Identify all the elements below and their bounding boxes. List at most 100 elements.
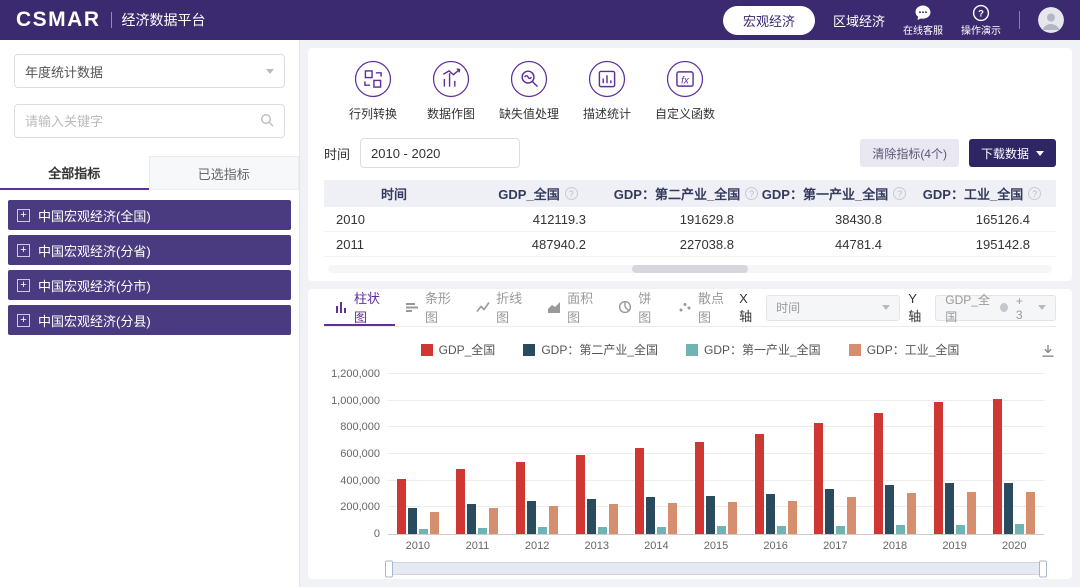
tree-item[interactable]: +中国宏观经济(全国)	[8, 200, 291, 230]
tree-item[interactable]: +中国宏观经济(分省)	[8, 235, 291, 265]
bar	[956, 525, 965, 534]
axis-controls: X轴 时间 Y轴 GDP_全国 + 3	[739, 291, 1056, 325]
tool-transpose[interactable]: 行列转换	[334, 60, 412, 122]
chart-tab-area[interactable]: 面积图	[537, 289, 608, 326]
bar	[587, 499, 596, 534]
time-range-input[interactable]	[360, 138, 520, 168]
expand-plus-icon[interactable]: +	[17, 279, 30, 292]
expand-plus-icon[interactable]: +	[17, 314, 30, 327]
chart-tab-label: 面积图	[567, 288, 598, 326]
nav-macro-economy[interactable]: 宏观经济	[723, 6, 815, 35]
column-header: GDP：工业_全国?	[908, 180, 1056, 207]
bar-groups	[388, 374, 1044, 534]
bar	[695, 442, 704, 534]
tree-item[interactable]: +中国宏观经济(分市)	[8, 270, 291, 300]
x-axis-value: 时间	[776, 299, 800, 316]
bar	[825, 489, 834, 534]
scrollbar-thumb[interactable]	[632, 265, 748, 273]
tool-describe[interactable]: 描述统计	[568, 60, 646, 122]
x-tick-label: 2013	[567, 540, 627, 552]
toolbar: 行列转换数据作图缺失值处理描述统计 fx自定义函数	[324, 60, 1056, 122]
online-support-button[interactable]: 在线客服	[903, 4, 943, 37]
tool-function[interactable]: fx自定义函数	[646, 60, 724, 122]
cell-value: 195142.8	[908, 237, 1056, 252]
legend-item[interactable]: GDP_全国	[421, 341, 496, 358]
nav-regional-economy[interactable]: 区域经济	[833, 11, 885, 30]
tag-remove-icon[interactable]	[1000, 303, 1007, 312]
expand-plus-icon[interactable]: +	[17, 244, 30, 257]
legend-item[interactable]: GDP：第一产业_全国	[686, 341, 821, 358]
download-data-button[interactable]: 下载数据	[969, 139, 1056, 167]
chart-tab-line[interactable]: 折线图	[466, 289, 537, 326]
tab-all-indicators[interactable]: 全部指标	[0, 156, 149, 190]
tree-item-label: 中国宏观经济(分县)	[38, 311, 151, 330]
chart-tab-pie[interactable]: 饼图	[608, 289, 668, 326]
slider-handle-right[interactable]	[1039, 560, 1047, 577]
y-axis-select[interactable]: GDP_全国 + 3	[935, 295, 1056, 321]
y-axis-label: Y轴	[908, 291, 927, 325]
demo-label: 操作演示	[961, 27, 1001, 37]
bar	[706, 496, 715, 534]
bar	[728, 502, 737, 534]
demo-button[interactable]: ? 操作演示	[961, 4, 1001, 37]
chart-tab-label: 折线图	[496, 288, 527, 326]
x-tick-label: 2019	[925, 540, 985, 552]
data-zoom-slider[interactable]	[388, 562, 1044, 575]
chevron-down-icon	[1038, 305, 1046, 310]
help-icon[interactable]: ?	[1028, 187, 1041, 200]
bar-group	[567, 374, 627, 534]
plot-icon	[432, 60, 470, 98]
tool-label: 描述统计	[583, 105, 631, 122]
bar	[609, 504, 618, 534]
legend-item[interactable]: GDP：第二产业_全国	[523, 341, 658, 358]
bar-group	[388, 374, 448, 534]
y-tick-label: 1,000,000	[331, 395, 380, 407]
chart-panel: 柱状图条形图折线图 面积图饼图散点图 X轴 时间 Y轴 GDP_全国 + 3	[308, 289, 1072, 579]
tab-selected-indicators[interactable]: 已选指标	[149, 156, 300, 190]
cell-time: 2011	[324, 237, 464, 252]
slider-handle-left[interactable]	[385, 560, 393, 577]
bar-group	[925, 374, 985, 534]
expand-plus-icon[interactable]: +	[17, 209, 30, 222]
data-table: 时间GDP_全国?GDP：第二产业_全国?GDP：第一产业_全国?GDP：工业_…	[324, 180, 1056, 257]
bar-group	[805, 374, 865, 534]
x-tick-label: 2014	[627, 540, 687, 552]
chart-tab-label: 散点图	[698, 288, 729, 326]
chart-tab-hbar[interactable]: 条形图	[395, 289, 466, 326]
chart-type-tabs: 柱状图条形图折线图 面积图饼图散点图 X轴 时间 Y轴 GDP_全国 + 3	[324, 289, 1056, 327]
x-tick-label: 2017	[805, 540, 865, 552]
cell-time: 2010	[324, 212, 464, 227]
bar-group	[627, 374, 687, 534]
chart-tab-bar[interactable]: 柱状图	[324, 289, 395, 326]
help-icon[interactable]: ?	[745, 187, 758, 200]
bar	[646, 497, 655, 534]
x-axis-select[interactable]: 时间	[766, 295, 900, 321]
filter-row: 时间 清除指标(4个) 下载数据	[324, 138, 1056, 168]
bar-group	[865, 374, 925, 534]
tool-missing-value[interactable]: 缺失值处理	[490, 60, 568, 122]
tree-item[interactable]: + 中国宏观经济(分县)	[8, 305, 291, 335]
y-tick-label: 0	[374, 528, 380, 540]
x-tick-label: 2018	[865, 540, 925, 552]
plot-area: 0200,000400,000600,000800,0001,000,0001,…	[388, 374, 1044, 535]
avatar[interactable]	[1038, 7, 1064, 33]
bar	[430, 512, 439, 534]
bar	[635, 448, 644, 534]
clear-indicators-button[interactable]: 清除指标(4个)	[860, 139, 959, 167]
chart-tab-scatter[interactable]: 散点图	[668, 289, 739, 326]
x-tick-label: 2020	[984, 540, 1044, 552]
area-chart-icon	[547, 300, 561, 314]
help-icon[interactable]: ?	[565, 187, 578, 200]
bar	[755, 434, 764, 534]
dataset-select[interactable]: 年度统计数据	[14, 54, 285, 88]
help-icon[interactable]: ?	[893, 187, 906, 200]
cell-value: 412119.3	[464, 212, 612, 227]
chart-download-icon[interactable]	[1040, 343, 1056, 364]
tool-plot[interactable]: 数据作图	[412, 60, 490, 122]
chevron-down-icon	[1036, 151, 1044, 156]
top-header: CSMAR 经济数据平台 宏观经济 区域经济 在线客服 ? 操作演示	[0, 0, 1080, 40]
search-input[interactable]	[25, 114, 260, 129]
cell-value: 38430.8	[760, 212, 908, 227]
legend-item[interactable]: GDP：工业_全国	[849, 341, 960, 358]
cell-value: 165126.4	[908, 212, 1056, 227]
